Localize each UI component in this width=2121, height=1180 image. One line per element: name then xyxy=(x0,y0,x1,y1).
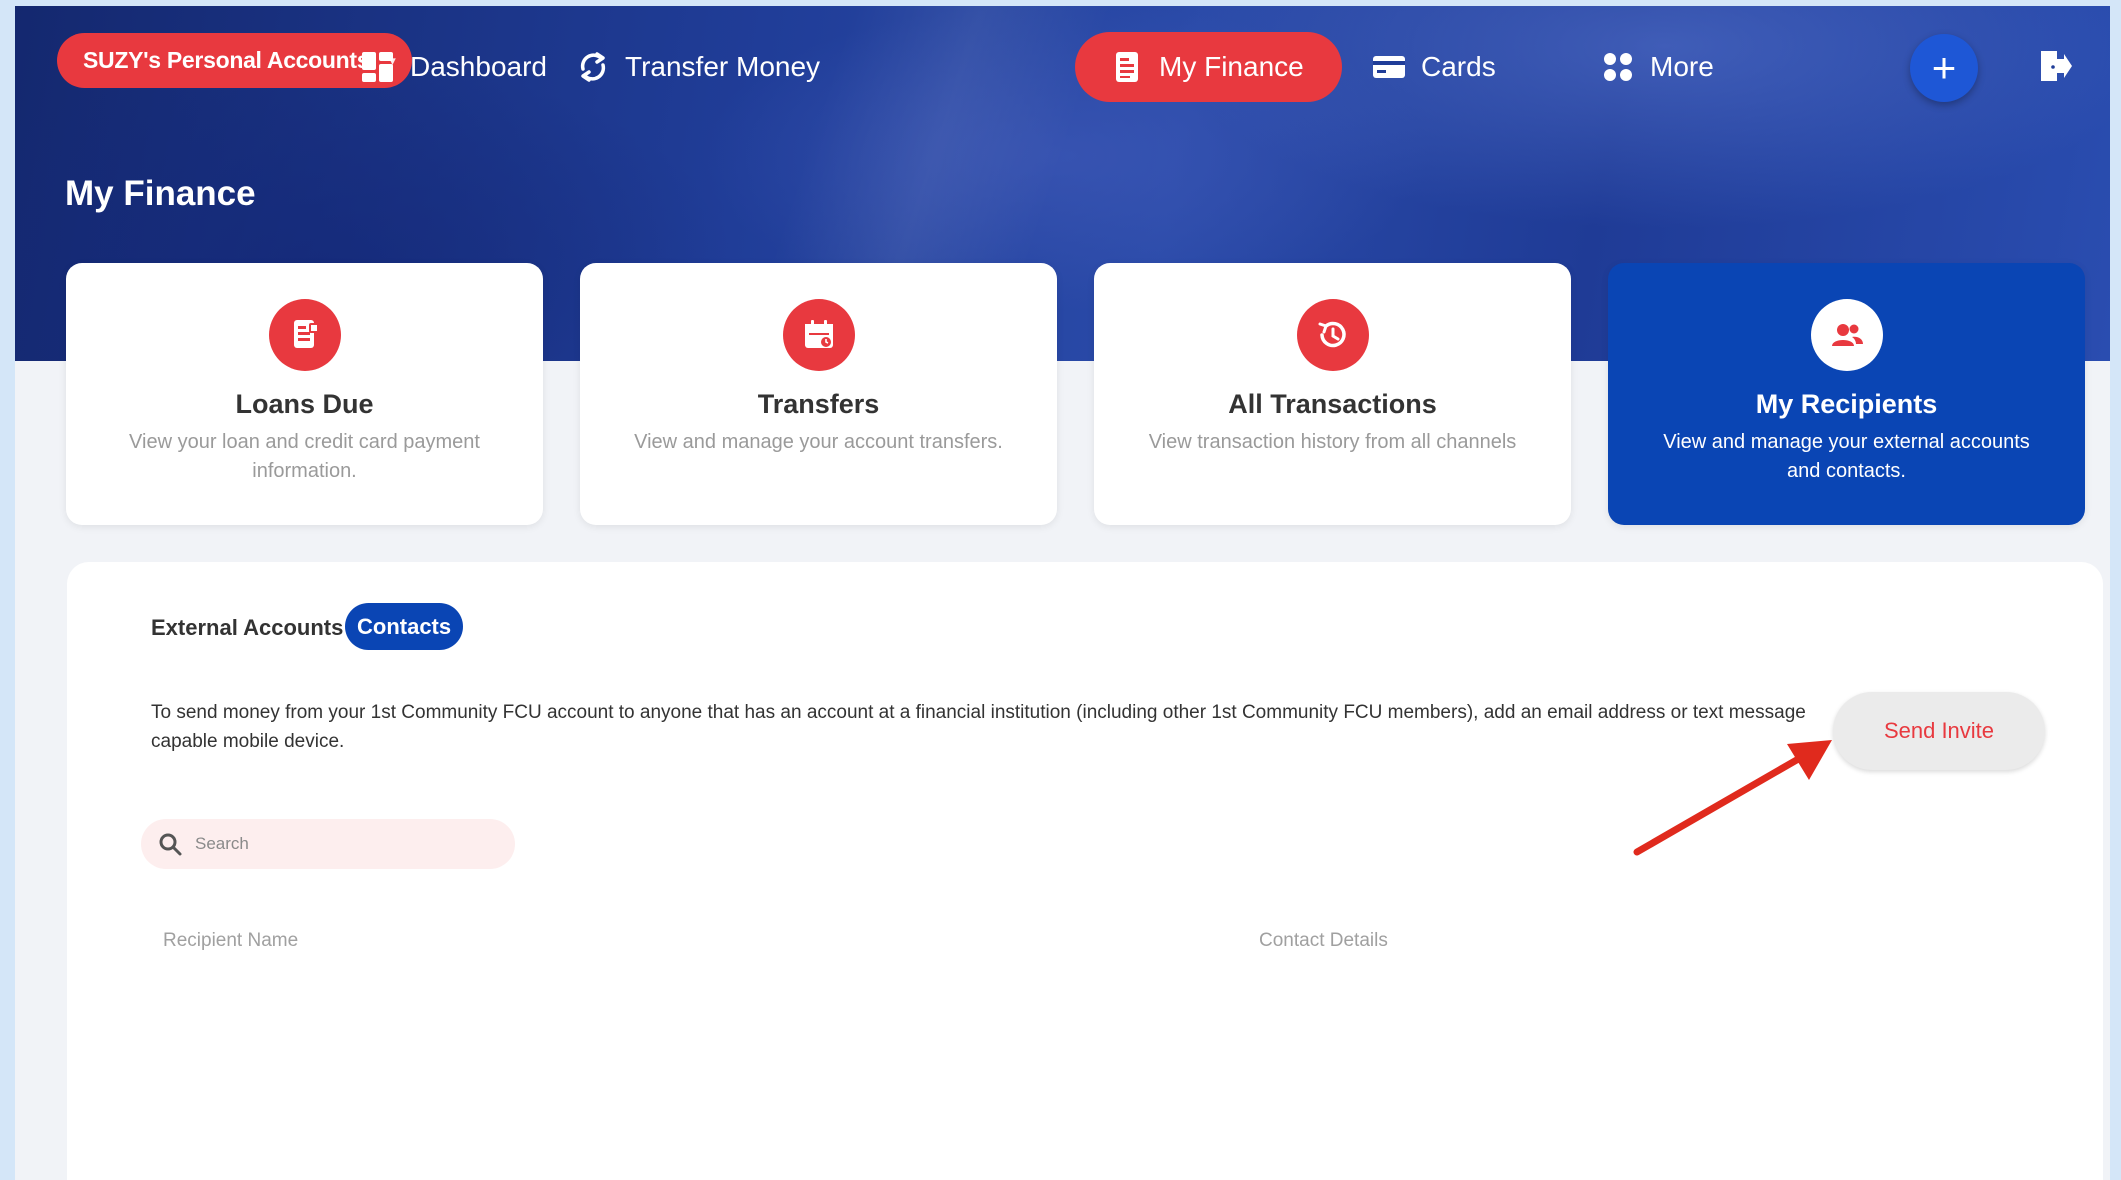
tile-description: View and manage your account transfers. xyxy=(634,431,1003,453)
history-icon xyxy=(1318,321,1346,348)
tile-title: All Transactions xyxy=(1228,389,1437,419)
tile-loans-due[interactable]: Loans Due View your loan and credit card… xyxy=(66,263,543,525)
plus-icon: + xyxy=(1931,44,1957,91)
tile-all-transactions[interactable]: All Transactions View transaction histor… xyxy=(1094,263,1571,525)
recipients-panel: External Accounts Contacts To send money… xyxy=(67,562,2103,1180)
transfer-icon xyxy=(580,52,606,82)
search-box[interactable] xyxy=(141,819,515,869)
dashboard-icon xyxy=(362,52,393,82)
column-header-contact-details[interactable]: Contact Details xyxy=(1259,930,1388,952)
info-text: To send money from your 1st Community FC… xyxy=(151,702,1806,752)
tile-title: My Recipients xyxy=(1755,389,1938,419)
logout-icon[interactable] xyxy=(2037,48,2073,84)
tile-title: Transfers xyxy=(757,389,880,419)
column-header-recipient-name[interactable]: Recipient Name xyxy=(163,930,298,952)
nav-label-my-finance: My Finance xyxy=(1159,51,1304,82)
annotation-arrow-icon xyxy=(1633,740,1832,856)
loan-icon xyxy=(293,320,319,348)
loan-icon-badge xyxy=(268,299,341,371)
card-icon xyxy=(1373,56,1405,78)
finance-icon xyxy=(1116,52,1138,82)
app-frame: SUZY's Personal Accounts ▾ Dashboard Tra… xyxy=(15,6,2110,1180)
top-navigation: SUZY's Personal Accounts ▾ Dashboard Tra… xyxy=(15,6,2110,126)
search-icon xyxy=(159,833,182,856)
calendar-icon xyxy=(804,320,833,348)
tile-description: View transaction history from all channe… xyxy=(1148,431,1517,453)
nav-item-dashboard[interactable]: Dashboard xyxy=(360,32,547,102)
nav-label-more: More xyxy=(1650,51,1714,82)
tab-external-accounts[interactable]: External Accounts xyxy=(151,615,343,641)
calendar-icon-badge xyxy=(782,299,855,371)
nav-item-cards[interactable]: Cards xyxy=(1371,32,1496,102)
tile-my-recipients[interactable]: My Recipients View and manage your exter… xyxy=(1608,263,2085,525)
add-button[interactable]: + xyxy=(1910,34,1978,102)
nav-item-my-finance[interactable]: My Finance xyxy=(1075,32,1342,102)
tile-description: View and manage your external accounts a… xyxy=(1663,431,2030,482)
page-title: My Finance xyxy=(65,174,256,213)
nav-label-cards: Cards xyxy=(1421,51,1496,82)
tab-contacts[interactable]: Contacts xyxy=(345,603,464,650)
nav-item-more[interactable]: More xyxy=(1600,32,1714,102)
nav-label-dashboard: Dashboard xyxy=(410,51,547,82)
search-input[interactable] xyxy=(195,834,495,854)
tile-transfers[interactable]: Transfers View and manage your account t… xyxy=(580,263,1057,525)
history-icon-badge xyxy=(1296,299,1369,371)
account-selector-button[interactable]: SUZY's Personal Accounts ▾ xyxy=(57,33,412,88)
tile-title: Loans Due xyxy=(235,389,374,419)
grid-icon xyxy=(1604,53,1632,81)
account-selector-label: SUZY's Personal Accounts xyxy=(83,47,370,73)
nav-item-transfer-money[interactable]: Transfer Money xyxy=(575,32,820,102)
tile-description: View your loan and credit card payment i… xyxy=(129,431,480,482)
nav-label-transfer-money: Transfer Money xyxy=(625,51,821,82)
people-icon xyxy=(1831,324,1863,346)
people-icon-badge xyxy=(1810,299,1883,371)
